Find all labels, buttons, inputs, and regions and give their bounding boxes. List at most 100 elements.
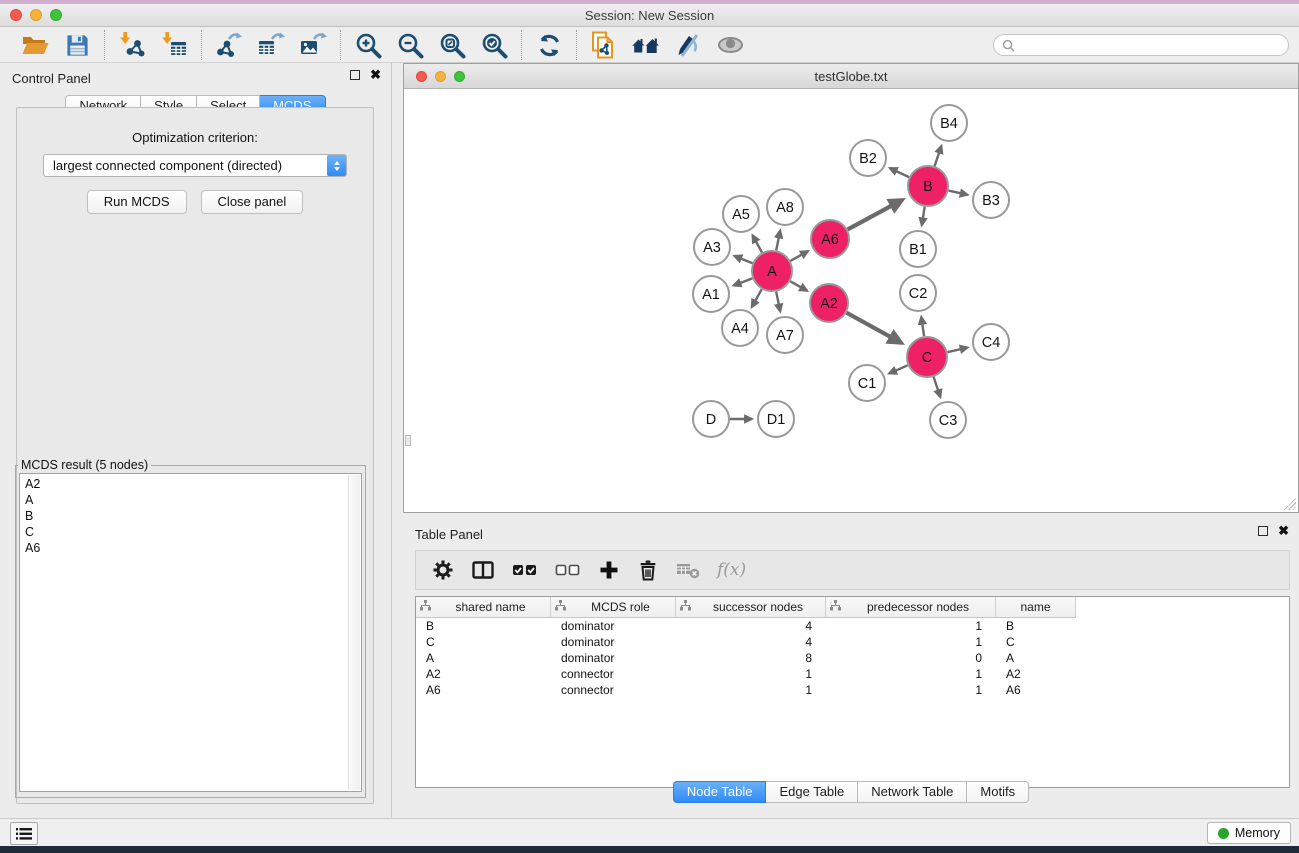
edge-A-A4[interactable]: [752, 289, 762, 307]
home-icon[interactable]: [631, 30, 661, 60]
cell-predecessor-nodes[interactable]: 1: [826, 683, 996, 697]
cell-predecessor-nodes[interactable]: 1: [826, 619, 996, 633]
edge-A-A1[interactable]: [734, 278, 753, 285]
export-image-icon[interactable]: [298, 30, 328, 60]
node-D1[interactable]: D1: [758, 401, 794, 437]
memory-button[interactable]: Memory: [1207, 822, 1291, 844]
close-panel-icon[interactable]: ✖: [370, 70, 381, 80]
node-B[interactable]: B: [908, 166, 948, 206]
table-row-B[interactable]: Bdominator41B: [416, 618, 1289, 634]
canvas-edge-grip[interactable]: [405, 435, 411, 446]
save-session-icon[interactable]: [62, 30, 92, 60]
cell-shared-name[interactable]: A2: [416, 667, 551, 681]
node-A3[interactable]: A3: [694, 229, 730, 265]
cell-name[interactable]: A2: [996, 667, 1076, 681]
column-header-predecessor-nodes[interactable]: predecessor nodes: [826, 597, 996, 618]
cell-mcds-role[interactable]: dominator: [551, 635, 676, 649]
column-header-name[interactable]: name: [996, 597, 1076, 618]
cell-predecessor-nodes[interactable]: 0: [826, 651, 996, 665]
zoom-out-icon[interactable]: [395, 30, 425, 60]
cell-shared-name[interactable]: B: [416, 619, 551, 633]
search-input[interactable]: [1020, 38, 1280, 52]
node-C4[interactable]: C4: [973, 324, 1009, 360]
task-history-button[interactable]: [10, 822, 38, 845]
cell-successor-nodes[interactable]: 1: [676, 667, 826, 681]
deselect-all-checkboxes-icon[interactable]: [555, 557, 581, 583]
export-network-icon[interactable]: [214, 30, 244, 60]
zoom-selected-icon[interactable]: [479, 30, 509, 60]
delete-rows-trash-icon[interactable]: [637, 557, 659, 583]
network-graph[interactable]: AA1A2A3A4A5A6A7A8BB1B2B3B4CC1C2C3C4DD1: [405, 90, 1297, 511]
delete-table-icon[interactable]: [676, 557, 700, 583]
node-C3[interactable]: C3: [930, 402, 966, 438]
import-table-icon[interactable]: [159, 30, 189, 60]
edge-A-A7[interactable]: [776, 292, 780, 312]
mcds-result-item[interactable]: A6: [25, 540, 361, 556]
mcds-result-item[interactable]: A: [25, 492, 361, 508]
close-table-panel-icon[interactable]: ✖: [1278, 526, 1289, 536]
node-B1[interactable]: B1: [900, 231, 936, 267]
node-A6[interactable]: A6: [811, 220, 849, 258]
tab-motifs[interactable]: Motifs: [967, 781, 1029, 803]
hide-annotations-icon[interactable]: [673, 30, 703, 60]
edge-A-A3[interactable]: [734, 256, 752, 263]
mcds-result-item[interactable]: B: [25, 508, 361, 524]
edge-B-B3[interactable]: [949, 191, 968, 195]
cell-predecessor-nodes[interactable]: 1: [826, 635, 996, 649]
cell-mcds-role[interactable]: connector: [551, 683, 676, 697]
export-table-icon[interactable]: [256, 30, 286, 60]
column-header-shared-name[interactable]: shared name: [416, 597, 551, 618]
network-window-titlebar[interactable]: testGlobe.txt: [404, 64, 1298, 89]
edge-C-C3[interactable]: [934, 377, 941, 397]
tab-edge-table[interactable]: Edge Table: [766, 781, 858, 803]
zoom-fit-icon[interactable]: [437, 30, 467, 60]
column-header-successor-nodes[interactable]: successor nodes: [676, 597, 826, 618]
table-row-C[interactable]: Cdominator41C: [416, 634, 1289, 650]
edge-B-B2[interactable]: [890, 168, 909, 177]
float-table-panel-icon[interactable]: [1258, 526, 1268, 536]
node-A7[interactable]: A7: [767, 317, 803, 353]
cell-mcds-role[interactable]: dominator: [551, 651, 676, 665]
node-B3[interactable]: B3: [973, 182, 1009, 218]
node-A2[interactable]: A2: [810, 284, 848, 322]
node-A5[interactable]: A5: [723, 196, 759, 232]
result-list-scrollbar[interactable]: [348, 475, 360, 790]
cell-successor-nodes[interactable]: 4: [676, 635, 826, 649]
import-network-icon[interactable]: [117, 30, 147, 60]
run-mcds-button[interactable]: Run MCDS: [87, 190, 187, 214]
mcds-result-item[interactable]: C: [25, 524, 361, 540]
mcds-result-list[interactable]: A2ABCA6: [19, 473, 362, 792]
cell-successor-nodes[interactable]: 1: [676, 683, 826, 697]
edge-B-B4[interactable]: [935, 146, 942, 166]
mcds-result-item[interactable]: A2: [25, 476, 361, 492]
cell-shared-name[interactable]: A: [416, 651, 551, 665]
node-A8[interactable]: A8: [767, 189, 803, 225]
cell-name[interactable]: A: [996, 651, 1076, 665]
node-C[interactable]: C: [907, 337, 947, 377]
network-canvas[interactable]: AA1A2A3A4A5A6A7A8BB1B2B3B4CC1C2C3C4DD1: [405, 90, 1297, 511]
criterion-dropdown[interactable]: largest connected component (directed): [43, 154, 347, 177]
edge-C-C1[interactable]: [889, 365, 908, 373]
cell-name[interactable]: B: [996, 619, 1076, 633]
apply-layout-icon[interactable]: [534, 30, 564, 60]
network-from-selection-icon[interactable]: [589, 30, 619, 60]
cell-mcds-role[interactable]: connector: [551, 667, 676, 681]
select-all-checkboxes-icon[interactable]: [512, 557, 538, 583]
close-panel-button[interactable]: Close panel: [201, 190, 304, 214]
tab-network-table[interactable]: Network Table: [858, 781, 967, 803]
cell-predecessor-nodes[interactable]: 1: [826, 667, 996, 681]
edge-A-A8[interactable]: [776, 231, 780, 251]
table-row-A[interactable]: Adominator80A: [416, 650, 1289, 666]
open-file-icon[interactable]: [20, 30, 50, 60]
edge-A-A2[interactable]: [790, 281, 807, 291]
float-panel-icon[interactable]: [350, 70, 360, 80]
table-row-A2[interactable]: A2connector11A2: [416, 666, 1289, 682]
edge-B-B1[interactable]: [922, 207, 925, 226]
search-box[interactable]: [993, 34, 1289, 56]
show-column-icon[interactable]: [471, 557, 495, 583]
node-D[interactable]: D: [693, 401, 729, 437]
edge-C-C4[interactable]: [947, 348, 967, 353]
node-A4[interactable]: A4: [722, 310, 758, 346]
cell-shared-name[interactable]: A6: [416, 683, 551, 697]
cell-successor-nodes[interactable]: 4: [676, 619, 826, 633]
